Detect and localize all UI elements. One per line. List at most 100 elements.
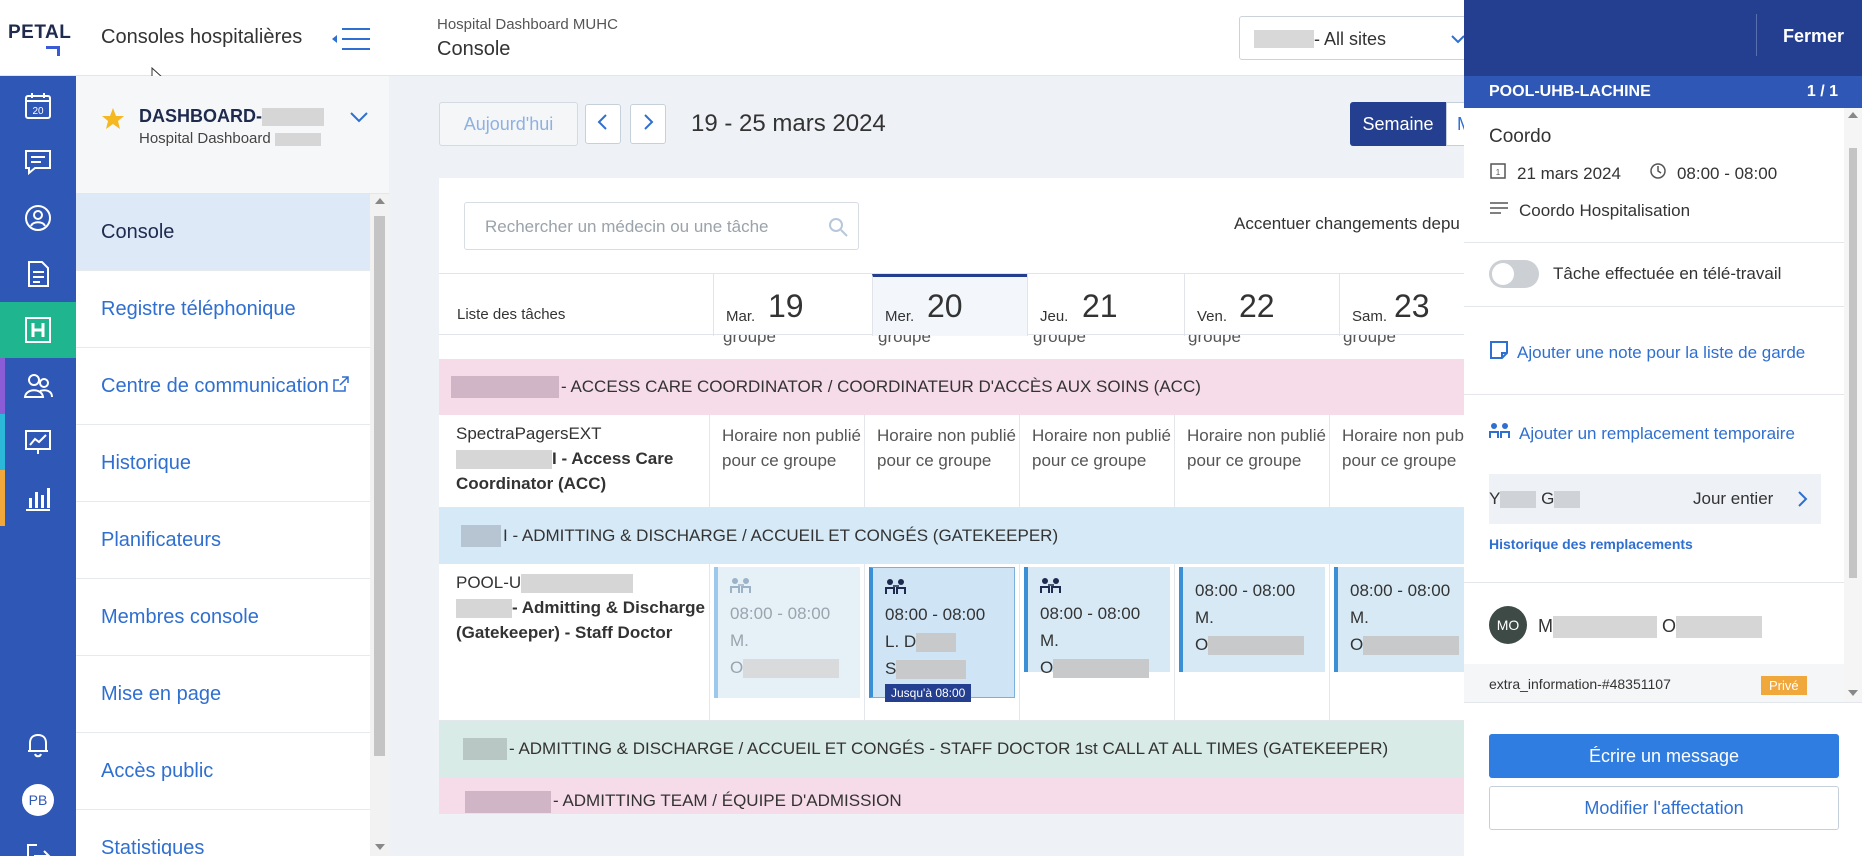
day-header[interactable]: Jeu. 21 bbox=[1027, 274, 1184, 336]
calendar-icon[interactable]: 20 bbox=[0, 78, 76, 134]
bell-icon[interactable] bbox=[0, 716, 76, 772]
sidebar-scrollbar[interactable] bbox=[370, 194, 389, 856]
group-header[interactable]: I - ADMITTING & DISCHARGE / ACCUEIL ET C… bbox=[439, 508, 1464, 564]
redacted-text bbox=[1500, 491, 1537, 509]
panel-body: Coordo 1 21 mars 2024 08:00 - 08:00 Coor… bbox=[1464, 108, 1844, 702]
modify-assignment-button[interactable]: Modifier l'affectation bbox=[1489, 786, 1839, 830]
description-icon bbox=[1489, 200, 1509, 221]
redacted-text bbox=[521, 574, 634, 594]
chevron-down-icon[interactable] bbox=[348, 106, 370, 133]
shift-card[interactable]: 08:00 - 08:00 M. O bbox=[1179, 567, 1325, 672]
task-name[interactable]: POOL-U - Admitting & Discharge (Gatekeep… bbox=[456, 570, 705, 645]
task-row: SpectraPagersEXT I - Access Care Coordin… bbox=[439, 415, 1464, 508]
star-icon[interactable] bbox=[100, 106, 126, 137]
dashboard-subtitle: Hospital Dashboard MUHC bbox=[437, 16, 618, 33]
dashboard-desc: Hospital Dashboard bbox=[139, 130, 271, 147]
chevron-left-icon bbox=[596, 113, 610, 136]
redacted-text bbox=[1208, 636, 1305, 656]
site-select[interactable]: - All sites bbox=[1239, 16, 1469, 60]
document-icon[interactable] bbox=[0, 246, 76, 302]
group-header[interactable]: - ACCESS CARE COORDINATOR / COORDINATEUR… bbox=[439, 359, 1464, 415]
sidebar-item-console[interactable]: Console bbox=[76, 194, 370, 271]
shift-card[interactable]: 08:00 - 08:00 M. O bbox=[1024, 567, 1170, 679]
redacted-text bbox=[451, 376, 559, 398]
redacted-text bbox=[916, 633, 957, 653]
replacement-icon bbox=[730, 578, 752, 599]
shift-card[interactable]: 08:00 - 08:00 M. O bbox=[1334, 567, 1464, 672]
redacted-text bbox=[461, 525, 501, 547]
search-input[interactable]: Rechercher un médecin ou une tâche bbox=[464, 202, 859, 250]
redacted-text bbox=[463, 738, 507, 760]
extra-information-row: extra_information-#48351107 Privé bbox=[1464, 664, 1844, 702]
svg-text:20: 20 bbox=[32, 106, 44, 117]
group-header[interactable]: - ADMITTING TEAM / ÉQUIPE D'ADMISSION bbox=[439, 777, 1464, 814]
sidebar-item-layout[interactable]: Mise en page bbox=[76, 656, 370, 733]
sidebar-item-schedulers[interactable]: Planificateurs bbox=[76, 502, 370, 579]
chat-icon[interactable] bbox=[0, 134, 76, 190]
group-header[interactable]: - ADMITTING & DISCHARGE / ACCUEIL ET CON… bbox=[439, 721, 1464, 777]
sidebar-item-communication-center[interactable]: Centre de communication bbox=[76, 348, 370, 425]
unpublished-cell[interactable]: Horaire non publié pour ce groupe bbox=[1032, 423, 1172, 473]
side-panel: DASHBOARD- Hospital Dashboard Console Re… bbox=[76, 76, 389, 856]
sidebar-item-console-members[interactable]: Membres console bbox=[76, 579, 370, 656]
shift-card-selected[interactable]: 08:00 - 08:00 L. D S Jusqu'à 08:00 bbox=[869, 567, 1015, 702]
task-name[interactable]: SpectraPagersEXT I - Access Care Coordin… bbox=[456, 421, 673, 496]
today-button[interactable]: Aujourd'hui bbox=[439, 102, 578, 146]
petal-logo[interactable]: PETAL bbox=[8, 22, 71, 56]
add-replacement-link[interactable]: Ajouter un remplacement temporaire bbox=[1489, 422, 1795, 445]
replacement-item[interactable]: Y G Jour entier bbox=[1489, 474, 1821, 524]
previous-week-button[interactable] bbox=[585, 104, 621, 144]
write-message-button[interactable]: Écrire un message bbox=[1489, 734, 1839, 778]
unpublished-cell[interactable]: Horaire non publié pour ce groupe bbox=[722, 423, 862, 473]
app-title: Consoles hospitalières bbox=[101, 26, 303, 48]
unpublished-cell[interactable]: Horaire non publié pour ce groupe bbox=[877, 423, 1017, 473]
partial-row: groupe groupe groupe groupe groupe bbox=[723, 335, 1396, 346]
sidebar-item-phone-registry[interactable]: Registre téléphonique bbox=[76, 271, 370, 348]
panel-scrollbar[interactable] bbox=[1844, 108, 1862, 702]
close-button[interactable]: Fermer bbox=[1783, 26, 1844, 47]
sidebar-item-statistics[interactable]: Statistiques bbox=[76, 810, 370, 856]
replacement-history-link[interactable]: Historique des remplacements bbox=[1489, 536, 1693, 552]
replacement-duration: Jour entier bbox=[1693, 489, 1774, 508]
redacted-text bbox=[465, 791, 551, 813]
redacted-text bbox=[1676, 616, 1763, 639]
private-badge: Privé bbox=[1761, 676, 1807, 695]
sidebar-item-history[interactable]: Historique bbox=[76, 425, 370, 502]
redacted-text bbox=[262, 108, 324, 127]
assignment-time: 08:00 - 08:00 bbox=[1676, 163, 1778, 183]
add-note-link[interactable]: Ajouter une note pour la liste de garde bbox=[1489, 340, 1805, 365]
redacted-text bbox=[1254, 30, 1314, 48]
redacted-text bbox=[1363, 636, 1460, 656]
day-header[interactable]: Sam. 23 bbox=[1339, 274, 1464, 336]
day-header[interactable]: Mar. 19 bbox=[713, 274, 872, 336]
replacement-icon bbox=[1489, 422, 1511, 445]
user-icon[interactable] bbox=[0, 190, 76, 246]
collapse-menu-icon[interactable] bbox=[330, 26, 372, 52]
presentation-icon[interactable] bbox=[0, 414, 76, 470]
day-header-today[interactable]: Mer. 20 bbox=[872, 274, 1027, 336]
dashboard-selector[interactable]: DASHBOARD- Hospital Dashboard bbox=[76, 76, 389, 194]
clock-icon bbox=[1649, 162, 1667, 185]
next-week-button[interactable] bbox=[630, 104, 666, 144]
redacted-text bbox=[274, 132, 321, 146]
unpublished-cell[interactable]: Horaire non publié pour ce groupe bbox=[1187, 423, 1327, 473]
logout-icon[interactable] bbox=[0, 828, 76, 856]
hospital-icon[interactable] bbox=[0, 302, 76, 358]
team-icon[interactable] bbox=[0, 358, 76, 414]
day-header[interactable]: Ven. 22 bbox=[1184, 274, 1339, 336]
top-bar: PETAL Consoles hospitalières Hospital Da… bbox=[0, 0, 1469, 76]
assignment-date: 21 mars 2024 bbox=[1517, 163, 1621, 183]
assigned-person[interactable]: M O bbox=[1538, 616, 1763, 639]
week-view-button[interactable]: Semaine bbox=[1350, 102, 1446, 146]
shift-card[interactable]: 08:00 - 08:00 M. O bbox=[714, 567, 860, 698]
telework-toggle[interactable] bbox=[1489, 260, 1539, 288]
sidebar-item-public-access[interactable]: Accès public bbox=[76, 733, 370, 810]
pool-pager: 1 / 1 bbox=[1806, 83, 1838, 100]
redacted-text bbox=[1053, 659, 1150, 679]
user-avatar[interactable]: PB bbox=[0, 772, 76, 828]
statistics-icon[interactable] bbox=[0, 470, 76, 526]
unpublished-cell[interactable]: Horaire non publié pour ce groupe bbox=[1342, 423, 1464, 473]
extra-information: extra_information-#48351107 bbox=[1489, 676, 1671, 692]
search-icon bbox=[828, 217, 848, 242]
assignment-detail-panel: Fermer POOL-UHB-LACHINE 1 / 1 Coordo 1 2… bbox=[1464, 0, 1862, 856]
